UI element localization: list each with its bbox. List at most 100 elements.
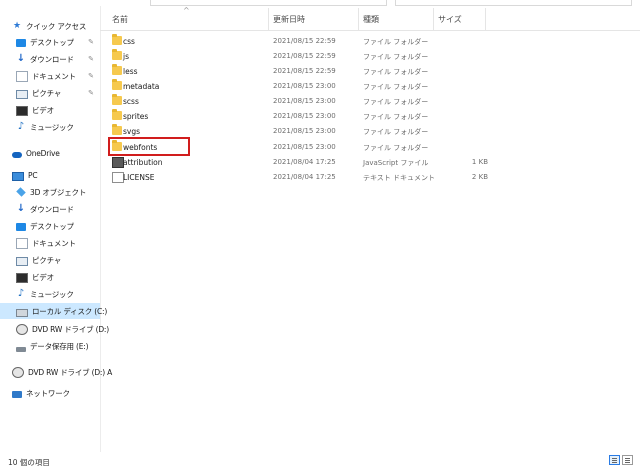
file-size: 2 KB [471,173,488,181]
file-name: sprites [123,112,149,121]
sidebar-item[interactable]: ローカル ディスク (C:) [0,303,107,319]
file-name: LICENSE [123,173,155,182]
file-date: 2021/08/15 23:00 [273,143,336,151]
sidebar-item-label: ローカル ディスク (C:) [32,306,108,316]
picture-icon [16,256,28,266]
music-icon: ♪ [17,288,25,299]
file-date: 2021/08/15 23:00 [273,97,336,105]
sidebar-item[interactable]: DVD RW ドライブ (D:) A [0,364,112,380]
file-date: 2021/08/15 22:59 [273,52,336,60]
file-type: ファイル フォルダー [363,38,429,46]
sidebar-item[interactable]: 3D オブジェクト [0,184,100,200]
sidebar-item[interactable]: DVD RW ドライブ (D:) [0,321,109,337]
sidebar-item[interactable]: データ保存用 (E:) [0,338,100,354]
file-date: 2021/08/04 17:25 [273,158,336,166]
file-date: 2021/08/15 22:59 [273,67,336,75]
file-date: 2021/08/15 23:00 [273,127,336,135]
sidebar-item[interactable]: デスクトップ ✎ [0,34,100,50]
file-type: ファイル フォルダー [363,113,429,121]
sidebar-item[interactable]: ドキュメント ✎ [0,68,100,84]
column-header-name[interactable]: 名前 [112,14,128,25]
star-icon: ★ [12,21,22,31]
folder-icon [112,94,122,105]
sidebar-item[interactable]: PC [0,167,100,183]
pin-icon: ✎ [88,55,94,63]
column-divider[interactable] [268,8,269,30]
sidebar-item-label: DVD RW ドライブ (D:) A [28,367,113,377]
file-row[interactable]: js 2021/08/15 22:59 ファイル フォルダー [108,49,488,64]
file-type: ファイル フォルダー [363,144,429,152]
sidebar-item-label: ビデオ [32,272,54,282]
sidebar-item-label: ダウンロード [30,204,74,214]
sidebar-item[interactable]: OneDrive [0,145,100,161]
sidebar-item[interactable]: ドキュメント [0,235,100,251]
file-name: css [123,37,135,46]
file-date: 2021/08/15 22:59 [273,37,336,45]
sidebar-item[interactable]: ↓ ダウンロード ✎ [0,51,100,67]
sidebar-item-label: デスクトップ [30,221,74,231]
folder-icon [112,79,122,90]
sidebar-item[interactable]: ↓ ダウンロード [0,201,100,217]
usb-drive-icon [16,346,26,352]
sidebar-item[interactable]: ピクチャ ✎ [0,85,100,101]
column-header-size[interactable]: サイズ [438,14,462,25]
file-type: ファイル フォルダー [363,98,429,106]
file-type: JavaScript ファイル [363,159,429,167]
video-icon [16,273,28,283]
desktop-icon [16,223,26,231]
file-row[interactable]: css 2021/08/15 22:59 ファイル フォルダー [108,34,488,49]
column-header-date[interactable]: 更新日時 [273,14,305,25]
sidebar-item[interactable]: ネットワーク [0,385,100,401]
network-icon [12,390,22,398]
navigation-pane: ★ クイック アクセス デスクトップ ✎ ↓ ダウンロード ✎ ドキュメント ✎ ピクチャ ✎ ビデオ… [0,6,112,452]
sidebar-item[interactable]: デスクトップ [0,218,100,234]
details-view-button[interactable] [609,455,620,465]
file-row[interactable]: attribution 2021/08/04 17:25 JavaScript ファ… [108,155,488,170]
item-count: 10 個の項目 [8,458,50,467]
file-name: metadata [123,82,160,91]
folder-icon [112,124,122,135]
file-size: 1 KB [471,158,488,166]
file-name: js [123,52,129,61]
folder-icon [112,64,122,75]
file-row[interactable]: scss 2021/08/15 23:00 ファイル フォルダー [108,94,488,109]
file-row[interactable]: metadata 2021/08/15 23:00 ファイル フォルダー [108,79,488,94]
pin-icon: ✎ [88,72,94,80]
large-icons-view-button[interactable] [622,455,633,465]
onedrive-icon [12,152,22,158]
sidebar-item[interactable]: ♪ ミュージック [0,286,100,302]
column-divider[interactable] [433,8,434,30]
pc-icon [12,171,24,181]
pin-icon: ✎ [88,38,94,46]
file-row[interactable]: less 2021/08/15 22:59 ファイル フォルダー [108,64,488,79]
sidebar-item[interactable]: ★ クイック アクセス [0,18,100,34]
download-icon: ↓ [16,203,26,214]
sidebar-item-label: ビデオ [32,105,54,115]
document-icon [16,70,28,82]
desktop-icon [16,39,26,47]
file-date: 2021/08/04 17:25 [273,173,336,181]
sidebar-item-label: OneDrive [26,148,60,158]
music-icon: ♪ [17,121,25,132]
sidebar-item-label: DVD RW ドライブ (D:) [32,324,109,334]
picture-icon [16,89,28,99]
sidebar-item-label: ピクチャ [32,88,62,98]
column-divider[interactable] [485,8,486,30]
column-header-type[interactable]: 種類 [363,14,379,25]
sidebar-item-label: データ保存用 (E:) [30,341,89,351]
sidebar-item-label: PC [28,170,38,180]
sidebar-item-label: ピクチャ [32,255,62,265]
sort-ascending-icon: ^ [183,6,190,15]
highlight-box [108,137,190,156]
file-row[interactable]: LICENSE 2021/08/04 17:25 テキスト ドキュメント 2 KB [108,170,488,185]
sidebar-item[interactable]: ♪ ミュージック [0,119,100,135]
sidebar-item[interactable]: ビデオ [0,269,100,285]
file-row[interactable]: sprites 2021/08/15 23:00 ファイル フォルダー [108,109,488,124]
column-divider[interactable] [358,8,359,30]
sidebar-item[interactable]: ビデオ [0,102,100,118]
dvd-drive-icon [12,366,24,378]
dvd-drive-icon [16,323,28,335]
sidebar-item-label: ミュージック [30,289,74,299]
sidebar-item[interactable]: ピクチャ [0,252,100,268]
folder-icon [112,34,122,45]
